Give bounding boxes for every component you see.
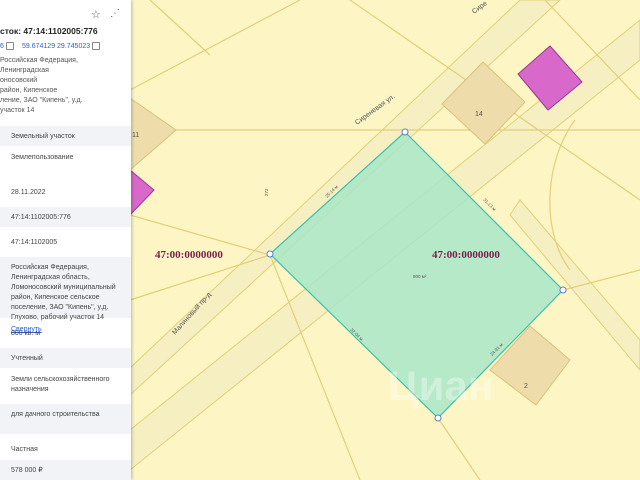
coord-right-wrap: 59.674129 29.745023 <box>22 42 101 50</box>
road-number-label: 272 <box>264 188 269 196</box>
row-area: 800 кв. м <box>0 323 131 344</box>
vertex-west <box>266 250 274 258</box>
row-value: 28.11.2022 <box>11 189 46 196</box>
attribute-list: Земельный участок Землепользование 28.11… <box>0 126 131 480</box>
row-quarter: 47:14:1102005 <box>0 232 131 253</box>
row-value: 47:14:1102005 <box>11 239 58 246</box>
row-value: Частная <box>11 446 38 453</box>
row-cadastral-value: 578 000 ₽ <box>0 460 131 480</box>
row-value: 800 кв. м <box>11 330 41 337</box>
coordinates: 6 59.674129 29.745023 <box>0 42 101 50</box>
row-ownership: Частная <box>0 439 131 460</box>
row-permitted-use: для дачного строительства <box>0 404 131 435</box>
building-2-label: 2 <box>524 383 528 390</box>
share-icon[interactable]: ⋰ <box>110 8 120 19</box>
building-11-label: 11 <box>132 132 139 139</box>
row-value: Земельный участок <box>11 133 75 140</box>
block-label-right: 47:00:0000000 <box>432 249 500 261</box>
row-object-type: Земельный участок <box>0 126 131 147</box>
panel-header: ☆ ⋰ сток: 47:14:1102005:776 6 59.674129 … <box>0 0 131 118</box>
address-line: ление, ЗАО "Кипень", у.д. <box>0 97 83 104</box>
building-14-label: 14 <box>475 111 483 118</box>
address-line: район, Кипенское <box>0 87 58 94</box>
block-label-left: 47:00:0000000 <box>155 249 223 261</box>
vertex-north <box>401 128 409 136</box>
parcel-info-panel: ☆ ⋰ сток: 47:14:1102005:776 6 59.674129 … <box>0 0 131 480</box>
row-category: Земли сельскохозяйственного назначения <box>0 369 131 400</box>
row-status: Учтенный <box>0 348 131 369</box>
watermark: Циан <box>388 362 493 409</box>
coord-right[interactable]: 59.674129 29.745023 <box>22 43 90 50</box>
address-line: участок 14 <box>0 107 35 114</box>
row-value: 47:14:1102005:776 <box>11 214 71 221</box>
parcel-area-label: 800 м² <box>413 274 427 279</box>
address-summary: Российская Федерация, Ленинградская онос… <box>0 56 90 116</box>
row-address: Российская Федерация, Ленинградская обла… <box>0 257 131 333</box>
vertex-south <box>434 414 442 422</box>
row-subtype: Землепользование <box>0 147 131 178</box>
row-date: 28.11.2022 <box>0 182 131 203</box>
row-value: для дачного строительства <box>11 411 100 418</box>
copy-icon[interactable] <box>92 42 101 50</box>
parcel-title: сток: 47:14:1102005:776 <box>0 26 98 36</box>
row-value: 578 000 ₽ <box>11 467 43 474</box>
copy-icon[interactable] <box>5 42 14 50</box>
address-line: оносовский <box>0 77 38 84</box>
row-value: Российская Федерация, Ленинградская обла… <box>11 264 116 321</box>
coord-left: 6 <box>0 42 4 50</box>
vertex-east <box>559 286 567 294</box>
row-cadastral-number: 47:14:1102005:776 <box>0 207 131 228</box>
star-icon[interactable]: ☆ <box>91 8 101 21</box>
row-value: Землепользование <box>11 154 74 161</box>
address-line: Российская Федерация, Ленинградская <box>0 57 78 74</box>
row-value: Учтенный <box>11 355 43 362</box>
row-value: Земли сельскохозяйственного назначения <box>11 376 110 393</box>
